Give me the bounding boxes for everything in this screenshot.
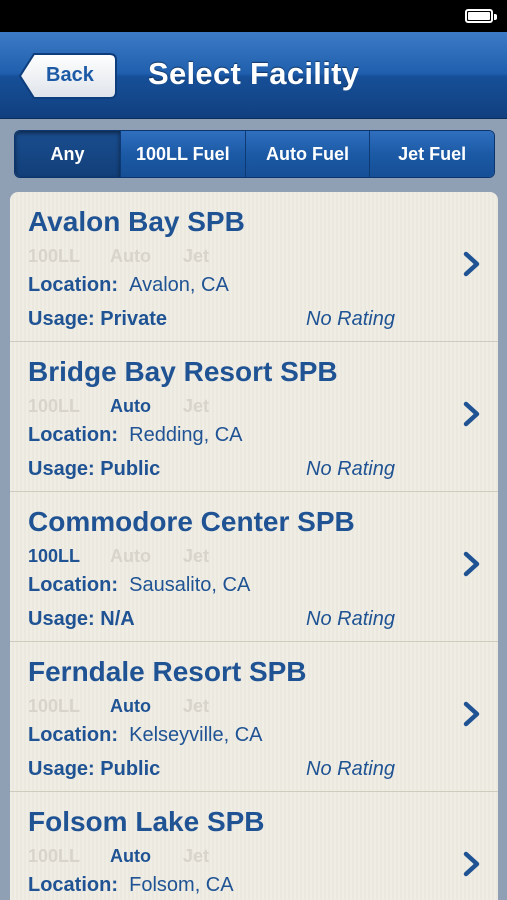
facility-row[interactable]: Bridge Bay Resort SPB 100LL Auto Jet Locatio… (10, 342, 498, 492)
location-value: Avalon, CA (129, 274, 229, 296)
fuel-indicator-jet: Jet (183, 246, 210, 266)
chevron-right-icon[interactable] (462, 250, 482, 278)
facility-row[interactable]: Commodore Center SPB 100LL Auto Jet Location… (10, 492, 498, 642)
fuel-indicator-auto: Auto (110, 396, 151, 416)
facility-row[interactable]: Folsom Lake SPB 100LL Auto Jet Location: Fol… (10, 792, 498, 900)
navigation-bar: Back Select Facility (0, 32, 507, 119)
filter-jet-fuel[interactable]: Jet Fuel (369, 131, 494, 177)
usage-value: Public (100, 458, 161, 480)
facility-location: Location: Sausalito, CA (28, 574, 250, 597)
status-bar (0, 0, 507, 32)
location-label: Location: (28, 424, 118, 446)
fuel-indicator-auto: Auto (110, 696, 151, 716)
fuel-availability: 100LL Auto Jet (28, 546, 209, 567)
fuel-indicator-jet: Jet (183, 546, 210, 566)
chevron-right-icon[interactable] (462, 400, 482, 428)
facility-rating: No Rating (306, 608, 395, 630)
usage-value: Private (100, 308, 167, 330)
facility-name: Commodore Center SPB (28, 506, 355, 537)
usage-value: Public (100, 758, 161, 780)
fuel-indicator-auto: Auto (110, 846, 151, 866)
fuel-filter-segmented-control: Any 100LL Fuel Auto Fuel Jet Fuel (14, 130, 495, 178)
facility-usage: Usage: Public (28, 458, 160, 481)
app-screen: Back Select Facility Any 100LL Fuel Auto… (0, 0, 507, 900)
chevron-right-icon[interactable] (462, 700, 482, 728)
facility-name: Ferndale Resort SPB (28, 656, 307, 687)
fuel-availability: 100LL Auto Jet (28, 396, 209, 417)
location-value: Redding, CA (129, 424, 243, 446)
location-value: Folsom, CA (129, 874, 234, 896)
usage-label: Usage: (28, 758, 95, 780)
facility-usage: Usage: Private (28, 308, 167, 331)
battery-charging-icon (465, 9, 497, 23)
facility-row[interactable]: Ferndale Resort SPB 100LL Auto Jet Location:… (10, 642, 498, 792)
facility-rating: No Rating (306, 458, 395, 480)
facility-rating: No Rating (306, 308, 395, 330)
filter-any[interactable]: Any (15, 131, 120, 177)
location-value: Sausalito, CA (129, 574, 251, 596)
back-button[interactable]: Back (18, 52, 118, 100)
usage-value: N/A (100, 608, 135, 630)
page-title: Select Facility (148, 56, 360, 91)
location-label: Location: (28, 874, 118, 896)
chevron-right-icon[interactable] (462, 850, 482, 878)
fuel-indicator-100ll: 100LL (28, 246, 81, 266)
facility-location: Location: Redding, CA (28, 424, 243, 447)
fuel-availability: 100LL Auto Jet (28, 696, 209, 717)
facility-name: Bridge Bay Resort SPB (28, 356, 338, 387)
facility-location: Location: Kelseyville, CA (28, 724, 263, 747)
fuel-indicator-100ll: 100LL (28, 546, 81, 566)
fuel-indicator-jet: Jet (183, 846, 210, 866)
usage-label: Usage: (28, 308, 95, 330)
facility-location: Location: Avalon, CA (28, 274, 229, 297)
facility-name: Folsom Lake SPB (28, 806, 265, 837)
facility-rating: No Rating (306, 758, 395, 780)
fuel-indicator-auto: Auto (110, 246, 151, 266)
back-button-label: Back (46, 64, 94, 86)
location-label: Location: (28, 274, 118, 296)
location-value: Kelseyville, CA (129, 724, 263, 746)
facility-list: Avalon Bay SPB 100LL Auto Jet Location: Aval… (10, 192, 498, 900)
chevron-right-icon[interactable] (462, 550, 482, 578)
fuel-indicator-jet: Jet (183, 696, 210, 716)
fuel-indicator-auto: Auto (110, 546, 151, 566)
facility-row[interactable]: Avalon Bay SPB 100LL Auto Jet Location: Aval… (10, 192, 498, 342)
fuel-indicator-100ll: 100LL (28, 396, 81, 416)
fuel-indicator-100ll: 100LL (28, 696, 81, 716)
fuel-indicator-jet: Jet (183, 396, 210, 416)
location-label: Location: (28, 574, 118, 596)
filter-auto-fuel[interactable]: Auto Fuel (244, 131, 370, 177)
facility-name: Avalon Bay SPB (28, 206, 245, 237)
location-label: Location: (28, 724, 118, 746)
facility-usage: Usage: N/A (28, 608, 135, 631)
fuel-indicator-100ll: 100LL (28, 846, 81, 866)
filter-100ll-fuel[interactable]: 100LL Fuel (120, 131, 245, 177)
facility-usage: Usage: Public (28, 758, 160, 781)
usage-label: Usage: (28, 608, 95, 630)
fuel-availability: 100LL Auto Jet (28, 846, 209, 867)
usage-label: Usage: (28, 458, 95, 480)
facility-location: Location: Folsom, CA (28, 874, 234, 897)
fuel-availability: 100LL Auto Jet (28, 246, 209, 267)
